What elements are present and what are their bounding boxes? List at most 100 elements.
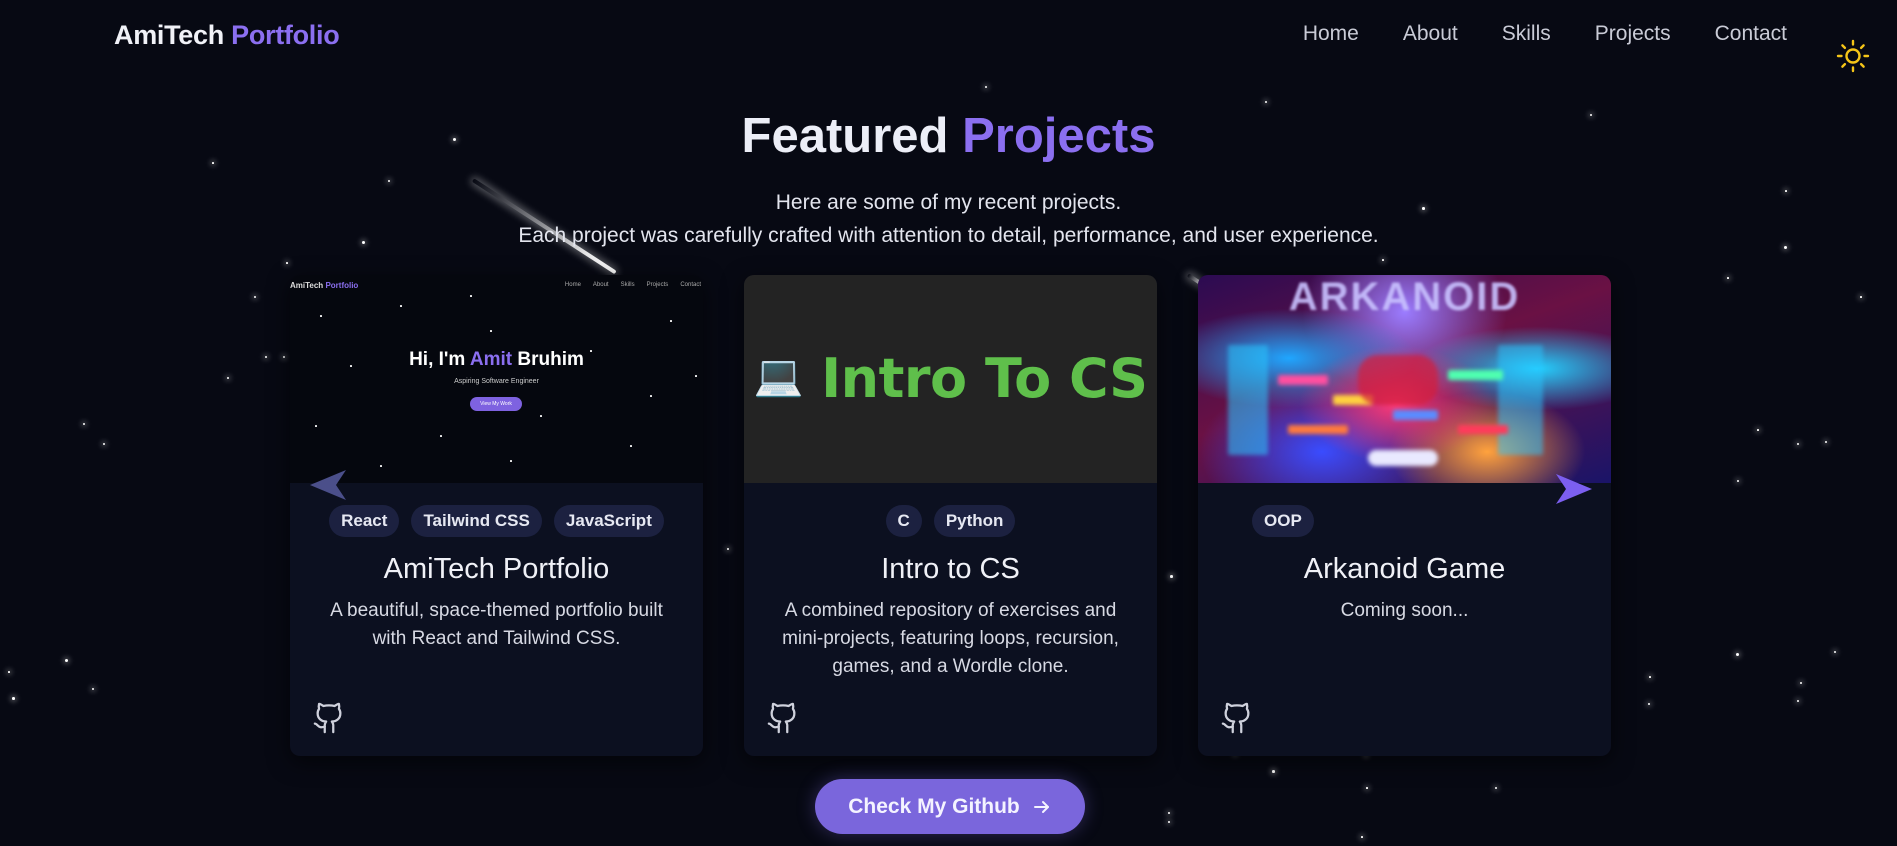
star xyxy=(985,86,987,88)
tech-tag: React xyxy=(329,505,400,537)
project-title: AmiTech Portfolio xyxy=(383,553,610,585)
tech-tag: JavaScript xyxy=(553,505,664,537)
github-link[interactable] xyxy=(766,701,800,735)
tag-list: OOP xyxy=(1198,505,1611,537)
star xyxy=(630,445,632,447)
star xyxy=(1800,682,1802,684)
github-link[interactable] xyxy=(312,701,346,735)
github-icon xyxy=(1221,702,1250,734)
carousel-prev-button[interactable] xyxy=(306,468,348,502)
star xyxy=(380,465,382,467)
star xyxy=(1757,429,1759,431)
preview-game-title: ARKANOID xyxy=(1288,275,1521,319)
project-preview-image: AmiTech Portfolio Home About Skills Proj… xyxy=(290,275,703,483)
nav-link-about[interactable]: About xyxy=(1403,22,1458,46)
preview-hero-button: View My Work xyxy=(470,397,522,411)
title-main: Featured xyxy=(741,109,949,163)
tech-tag: Python xyxy=(933,505,1016,537)
star xyxy=(320,315,322,317)
nav-links: Home About Skills Projects Contact xyxy=(1303,22,1787,46)
theme-toggle-button[interactable] xyxy=(1835,38,1871,74)
project-title: Intro to CS xyxy=(881,553,1020,585)
star xyxy=(254,296,256,298)
star xyxy=(1797,443,1799,445)
tag-list: C Python xyxy=(744,505,1157,537)
triangle-right-icon xyxy=(1556,474,1592,504)
project-card-arkanoid-game[interactable]: ARKANOID OOP Arkanoid Game Coming soon..… xyxy=(1198,275,1611,756)
star xyxy=(12,697,15,700)
preview-banner: 💻 Intro To CS xyxy=(753,347,1148,410)
section-title: Featured Projects xyxy=(0,108,1897,164)
star xyxy=(83,423,85,425)
star xyxy=(1168,821,1170,823)
star xyxy=(1170,575,1173,578)
star xyxy=(1648,703,1650,705)
star xyxy=(265,356,267,358)
logo-accent: Portfolio xyxy=(231,20,340,50)
star xyxy=(1495,787,1497,789)
star xyxy=(670,320,672,322)
preview-nav: Home About Skills Projects Contact xyxy=(564,282,701,288)
cta-label: Check My Github xyxy=(848,794,1020,818)
project-description: A beautiful, space-themed portfolio buil… xyxy=(330,600,663,649)
star xyxy=(400,305,402,307)
sun-icon xyxy=(1836,39,1870,73)
project-title: Arkanoid Game xyxy=(1303,553,1506,585)
project-description: A combined repository of exercises and m… xyxy=(782,600,1119,677)
nav-link-home[interactable]: Home xyxy=(1303,22,1359,46)
star xyxy=(1361,836,1363,838)
carousel-next-button[interactable] xyxy=(1554,472,1596,506)
section-subtitle-line1: Here are some of my recent projects. xyxy=(775,191,1122,214)
nav-link-skills[interactable]: Skills xyxy=(1502,22,1551,46)
star xyxy=(388,180,390,182)
star xyxy=(8,671,10,673)
star xyxy=(350,365,352,367)
star xyxy=(283,356,285,358)
navbar: AmiTech Portfolio Home About Skills Proj… xyxy=(0,0,1897,74)
project-preview-image: 💻 Intro To CS xyxy=(744,275,1157,483)
star xyxy=(1168,812,1170,814)
star xyxy=(440,435,442,437)
laptop-icon: 💻 xyxy=(753,353,803,399)
project-preview-image: ARKANOID xyxy=(1198,275,1611,483)
preview-hero-heading: Hi, I'm Amit Bruhim xyxy=(409,349,584,370)
star xyxy=(470,295,472,297)
logo-main: AmiTech xyxy=(114,20,224,50)
project-description: Coming soon... xyxy=(1340,600,1469,621)
arrow-right-icon xyxy=(1033,800,1049,813)
star xyxy=(286,262,288,264)
github-icon xyxy=(313,702,342,734)
star xyxy=(1382,259,1384,261)
check-github-button[interactable]: Check My Github xyxy=(815,779,1085,834)
github-icon xyxy=(767,702,796,734)
star xyxy=(92,688,94,690)
nav-link-projects[interactable]: Projects xyxy=(1595,22,1671,46)
preview-hero-subtitle: Aspiring Software Engineer xyxy=(454,378,539,385)
star xyxy=(65,659,68,662)
section-subtitle-line2: Each project was carefully crafted with … xyxy=(518,224,1379,247)
star xyxy=(1737,480,1739,482)
preview-logo: AmiTech Portfolio xyxy=(290,281,359,290)
star xyxy=(1649,676,1651,678)
star xyxy=(315,425,317,427)
star xyxy=(695,375,697,377)
title-accent: Projects xyxy=(962,109,1156,163)
site-logo[interactable]: AmiTech Portfolio xyxy=(114,20,340,51)
star xyxy=(1727,277,1729,279)
tech-tag: OOP xyxy=(1252,505,1314,537)
star xyxy=(1736,653,1739,656)
github-link[interactable] xyxy=(1220,701,1254,735)
star xyxy=(540,415,542,417)
star xyxy=(1272,770,1275,773)
nav-link-contact[interactable]: Contact xyxy=(1715,22,1787,46)
tag-list: React Tailwind CSS JavaScript xyxy=(290,505,703,537)
star xyxy=(510,460,512,462)
star xyxy=(490,330,492,332)
star xyxy=(1834,651,1836,653)
project-card-amitech-portfolio[interactable]: AmiTech Portfolio Home About Skills Proj… xyxy=(290,275,703,756)
project-card-intro-to-cs[interactable]: 💻 Intro To CS C Python Intro to CS A com… xyxy=(744,275,1157,756)
star xyxy=(650,395,652,397)
star xyxy=(1265,101,1267,103)
tech-tag: Tailwind CSS xyxy=(411,505,542,537)
star xyxy=(1860,296,1862,298)
